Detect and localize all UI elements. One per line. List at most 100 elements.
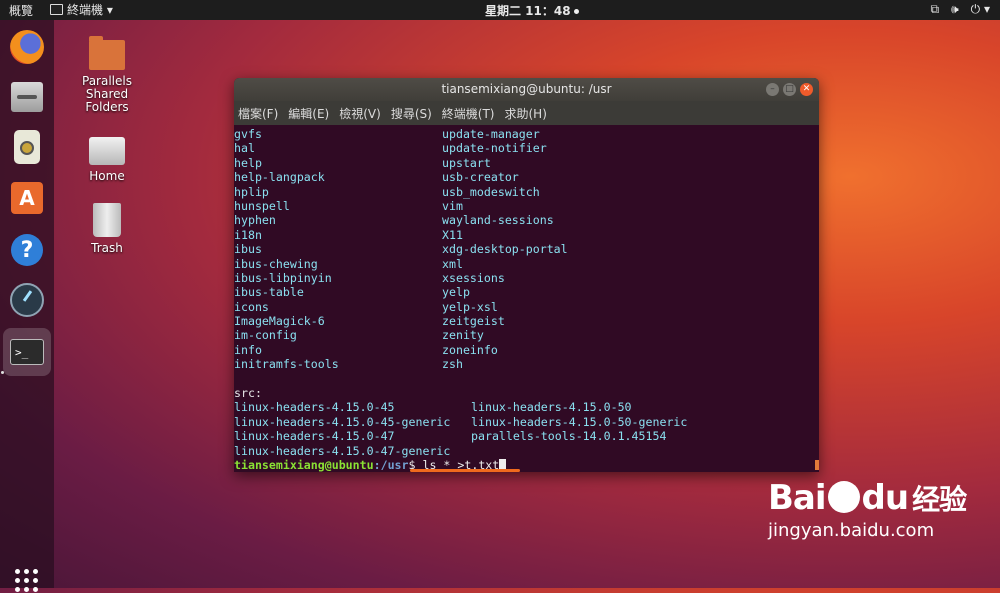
listing-entry: update-notifier	[442, 141, 547, 156]
terminal-window[interactable]: tiansemixiang@ubuntu: /usr – □ ✕ 檔案(F) 編…	[234, 78, 819, 472]
listing-row: i18n X11	[234, 228, 819, 242]
listing-entry: zenity	[442, 328, 484, 343]
listing-row: ibus xdg-desktop-portal	[234, 242, 819, 256]
listing-entry: update-manager	[442, 127, 540, 141]
listing-entry: vim	[442, 198, 463, 213]
listing-entry: linux-headers-4.15.0-45	[234, 400, 395, 415]
listing-entry: icons	[234, 299, 269, 314]
clock-label: 星期二 11：48	[485, 4, 571, 18]
listing-entry: hal	[234, 141, 255, 156]
prompt-user: tiansemixiang@ubuntu	[234, 457, 374, 472]
menu-view[interactable]: 檢視(V)	[339, 105, 381, 122]
listing-row: linux-headers-4.15.0-45 linux-headers-4.1…	[234, 400, 819, 414]
prompt-line[interactable]: tiansemixiang@ubuntu:/usr$ ls * >t.txt	[234, 458, 819, 472]
listing-entry: linux-headers-4.15.0-47	[234, 429, 395, 444]
files-icon	[11, 82, 43, 112]
listing-row: linux-headers-4.15.0-45-generic linux-hea…	[234, 415, 819, 429]
listing-row: linux-headers-4.15.0-47 parallels-tools-1…	[234, 429, 819, 443]
firefox-icon	[10, 30, 44, 64]
menu-bar: 檔案(F) 編輯(E) 檢視(V) 搜尋(S) 終端機(T) 求助(H)	[234, 101, 819, 125]
app-menu-label: 終端機 ▾	[67, 3, 113, 17]
minimize-icon[interactable]: –	[766, 83, 779, 96]
listing-entry: upstart	[442, 155, 491, 170]
dock-rhythmbox[interactable]	[7, 127, 47, 167]
listing-entry: wayland-sessions	[442, 213, 554, 228]
dock: A ? >_	[0, 20, 54, 592]
close-icon[interactable]: ✕	[800, 83, 813, 96]
listing-entry: help	[234, 155, 262, 170]
listing-row: initramfs-tools zsh	[234, 357, 819, 371]
menu-file[interactable]: 檔案(F)	[238, 105, 278, 122]
listing-entry: usb_modeswitch	[442, 184, 540, 199]
rhythmbox-icon	[14, 130, 40, 164]
listing-entry: zoneinfo	[442, 342, 498, 357]
listing-row: hplip usb_modeswitch	[234, 185, 819, 199]
listing-entry: ibus-table	[234, 285, 304, 300]
terminal-output[interactable]: gvfs update-manager hal update-notifier help…	[234, 125, 819, 472]
listing-entry: linux-headers-4.15.0-47-generic	[234, 443, 451, 458]
running-indicator	[1, 371, 4, 374]
listing-row: info zoneinfo	[234, 343, 819, 357]
listing-entry: i18n	[234, 227, 262, 242]
activities-button[interactable]: 概覽	[9, 2, 33, 19]
clock[interactable]: 星期二 11：48	[485, 2, 579, 19]
src-header: src:	[234, 386, 262, 401]
listing-entry: info	[234, 342, 262, 357]
app-menu[interactable]: 終端機 ▾	[50, 1, 113, 18]
listing-row: linux-headers-4.15.0-47-generic	[234, 444, 819, 458]
listing-row: hunspell vim	[234, 199, 819, 213]
listing-entry: parallels-tools-14.0.1.45154	[471, 429, 667, 444]
show-applications-icon[interactable]	[15, 569, 39, 593]
volume-icon[interactable]: 🕪	[951, 2, 959, 17]
watermark-url: jingyan.baidu.com	[768, 520, 935, 541]
dock-software[interactable]: A	[7, 178, 47, 218]
listing-entry: linux-headers-4.15.0-45-generic	[234, 414, 451, 429]
listing-row: im-config zenity	[234, 328, 819, 342]
listing-entry: linux-headers-4.15.0-50-generic	[471, 414, 688, 429]
top-bar: 概覽 終端機 ▾ 星期二 11：48 ⧉ 🕪 ⏻ ▾	[0, 0, 1000, 20]
listing-row: ImageMagick-6 zeitgeist	[234, 314, 819, 328]
system-tray[interactable]: ⧉ 🕪 ⏻ ▾	[931, 2, 990, 17]
listing-entry: hyphen	[234, 213, 276, 228]
dock-system-tool[interactable]	[7, 280, 47, 320]
software-center-icon: A	[11, 182, 43, 214]
desktop-icon-trash[interactable]: Trash	[62, 203, 152, 255]
home-drive-icon	[89, 137, 125, 165]
menu-search[interactable]: 搜尋(S)	[391, 105, 432, 122]
dock-help[interactable]: ?	[7, 230, 47, 270]
dock-firefox[interactable]	[7, 27, 47, 67]
watermark-brand-left: Bai	[768, 478, 827, 518]
listing-entry: ImageMagick-6	[234, 314, 325, 329]
desktop-icon-shared-folders[interactable]: Parallels Shared Folders	[62, 36, 152, 114]
listing-entry: hplip	[234, 184, 269, 199]
gauge-icon	[10, 283, 44, 317]
scrollbar[interactable]	[815, 460, 819, 470]
baidu-paw-icon	[827, 481, 860, 513]
listing-entry: linux-headers-4.15.0-50	[471, 400, 632, 415]
menu-edit[interactable]: 編輯(E)	[288, 105, 329, 122]
window-titlebar[interactable]: tiansemixiang@ubuntu: /usr – □ ✕	[234, 78, 819, 101]
listing-entry: xml	[442, 256, 463, 271]
listing-row: hal update-notifier	[234, 141, 819, 155]
desktop-icon-label: Home	[89, 169, 125, 183]
menu-help[interactable]: 求助(H)	[505, 105, 547, 122]
listing-entry: ibus	[234, 242, 262, 257]
prompt-path: :/usr	[373, 457, 409, 472]
power-icon[interactable]: ⏻ ▾	[971, 2, 990, 17]
trash-icon	[93, 203, 121, 237]
listing-entry: initramfs-tools	[234, 357, 339, 372]
maximize-icon[interactable]: □	[783, 83, 796, 96]
listing-entry: xdg-desktop-portal	[442, 242, 568, 257]
listing-entry: X11	[442, 227, 463, 242]
dock-files[interactable]	[7, 77, 47, 117]
desktop-icon-label: Parallels Shared Folders	[82, 74, 132, 114]
baidu-watermark: Bai du 经验 jingyan.baidu.com	[768, 478, 967, 541]
listing-row: help upstart	[234, 156, 819, 170]
desktop-icon-home[interactable]: Home	[62, 137, 152, 183]
dock-terminal[interactable]: >_	[3, 328, 51, 376]
terminal-app-icon	[50, 4, 63, 15]
terminal-icon: >_	[10, 339, 44, 365]
listing-row: ibus-table yelp	[234, 285, 819, 299]
menu-terminal[interactable]: 終端機(T)	[442, 105, 495, 122]
network-icon[interactable]: ⧉	[931, 2, 940, 17]
